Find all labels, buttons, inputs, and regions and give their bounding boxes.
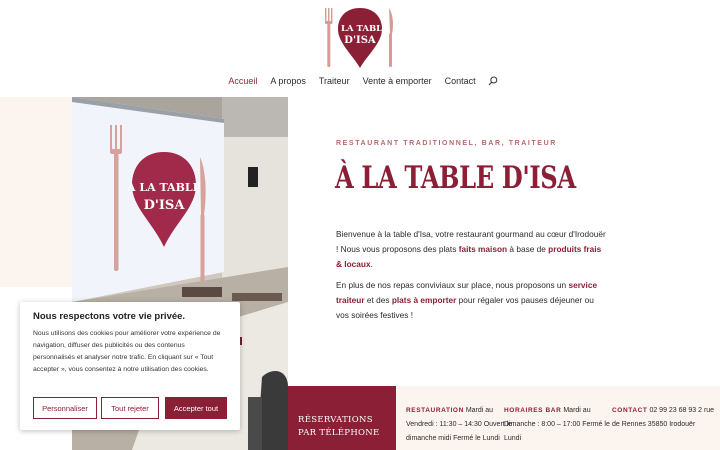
decorative-band [0, 97, 72, 287]
info-restauration: RESTAURATION Mardi au Vendredi : 11:30 –… [406, 404, 514, 446]
site-header: À LA TABLE D'ISA Accueil A propos Traite… [0, 0, 720, 96]
svg-text:D'ISA: D'ISA [344, 35, 376, 46]
hero-title: À LA TABLE D'ISA [335, 160, 576, 196]
highlight-plats-a-emporter: plats à emporter [391, 295, 457, 305]
photo-sign-line1: À LA TABLE [126, 180, 201, 194]
hero-paragraph-2: En plus de nos repas conviviaux sur plac… [336, 280, 598, 320]
search-icon[interactable] [488, 76, 498, 86]
bar-label: HORAIRES BAR [504, 407, 562, 414]
cookie-title: Nous respectons votre vie privée. [33, 311, 186, 322]
reservations-block: RÉSERVATIONS PAR TÉLÉPHONE [288, 386, 396, 450]
fork-icon [325, 8, 333, 67]
reservations-title: RÉSERVATIONS PAR TÉLÉPHONE [298, 415, 380, 438]
knife-icon [389, 8, 393, 67]
contact-label: CONTACT [612, 407, 648, 414]
reject-all-button[interactable]: Tout rejeter [101, 397, 159, 419]
nav-vente-a-emporter[interactable]: Vente à emporter [356, 76, 438, 86]
site-logo[interactable]: À LA TABLE D'ISA [318, 6, 402, 70]
info-contact: CONTACT 02 99 23 68 93 2 rue de Rennes 3… [612, 404, 716, 432]
nav-contact[interactable]: Contact [438, 76, 482, 86]
photo-sign-line2: D'ISA [144, 198, 186, 213]
cookie-consent-dialog: Nous respectons votre vie privée. Nous u… [20, 302, 240, 430]
hero-paragraph-1: Bienvenue à la table d'Isa, votre restau… [336, 229, 606, 269]
nav-accueil[interactable]: Accueil [222, 76, 264, 86]
nav-traiteur[interactable]: Traiteur [312, 76, 356, 86]
hero-tagline: RESTAURANT TRADITIONNEL, BAR, TRAITEUR [336, 140, 557, 147]
highlight-faits-maison: faits maison [458, 244, 508, 254]
accept-all-button[interactable]: Accepter tout [165, 397, 227, 419]
cookie-buttons: Personnaliser Tout rejeter Accepter tout [33, 397, 227, 419]
main-nav: Accueil A propos Traiteur Vente à emport… [0, 76, 720, 86]
cookie-text: Nous utilisons des cookies pour améliore… [33, 330, 221, 373]
info-bar: HORAIRES BAR Mardi au Dimanche : 8:00 – … [504, 404, 614, 446]
svg-text:À LA TABLE: À LA TABLE [330, 22, 389, 34]
customize-button[interactable]: Personnaliser [33, 397, 97, 419]
info-band: RESTAURATION Mardi au Vendredi : 11:30 –… [396, 386, 720, 450]
restauration-label: RESTAURATION [406, 407, 464, 414]
nav-a-propos[interactable]: A propos [264, 76, 313, 86]
